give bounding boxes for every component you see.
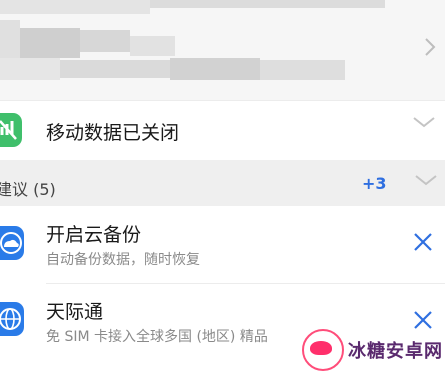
chevron-up-icon[interactable]: [413, 172, 439, 192]
cloud-backup-icon: [0, 226, 24, 260]
suggestions-more-count[interactable]: +3: [362, 174, 387, 193]
blurred-block: [130, 36, 175, 56]
blurred-block: [60, 60, 170, 78]
blurred-block: [0, 0, 150, 14]
chevron-down-icon[interactable]: [411, 114, 437, 134]
blurred-block: [20, 28, 80, 58]
blurred-block: [150, 0, 385, 8]
watermark-text: 冰糖安卓网: [348, 341, 443, 362]
blurred-block: [170, 58, 260, 80]
watermark-logo-icon: [302, 329, 344, 371]
mobile-data-off-icon: [0, 113, 22, 147]
suggestions-title: 建议 (5): [0, 180, 56, 199]
list-divider: [46, 283, 445, 284]
watermark: 冰糖安卓网: [302, 328, 445, 372]
account-card[interactable]: [0, 0, 445, 100]
suggestion-title[interactable]: 开启云备份: [46, 220, 141, 247]
blurred-block: [260, 60, 345, 80]
suggestion-title[interactable]: 天际通: [46, 297, 103, 324]
global-network-icon: [0, 302, 24, 336]
mobile-data-label: 移动数据已关闭: [46, 122, 180, 144]
close-icon[interactable]: [412, 231, 434, 257]
blurred-block: [80, 30, 130, 52]
suggestion-subtitle: 自动备份数据，随时恢复: [46, 252, 200, 268]
chevron-right-icon: [423, 36, 437, 64]
blurred-block: [0, 58, 60, 80]
suggestion-subtitle: 免 SIM 卡接入全球多国 (地区) 精品: [46, 329, 268, 345]
